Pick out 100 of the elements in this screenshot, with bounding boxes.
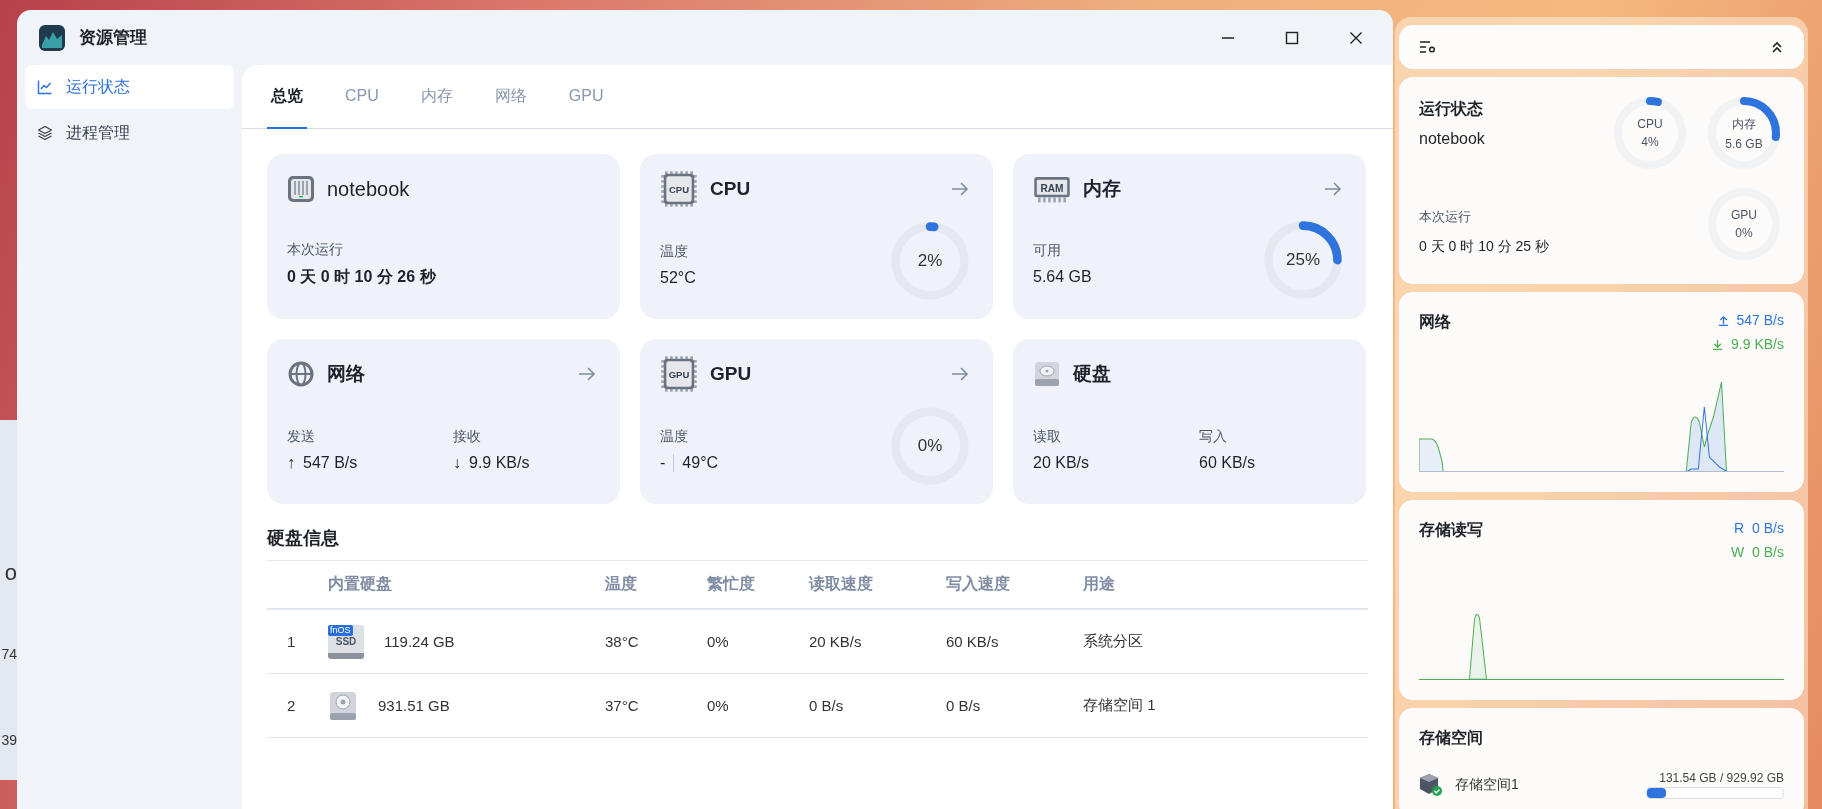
gauge-label: GPU — [1731, 207, 1757, 222]
arrow-glyph: ↑ — [287, 453, 295, 472]
tab[interactable]: CPU — [341, 65, 383, 129]
sidebar-item[interactable]: 进程管理 — [25, 111, 234, 155]
uptime-label: 本次运行 — [1419, 208, 1472, 226]
arrow-right-icon[interactable] — [578, 366, 596, 382]
stat-label: 接收 — [453, 427, 482, 446]
column-header: 读取速度 — [808, 561, 945, 609]
arrow-right-icon[interactable] — [1324, 180, 1342, 197]
ssd-icon: fnOS SSD — [328, 624, 364, 659]
storage-cube-icon — [1419, 773, 1443, 797]
arrow-glyph: ↓ — [453, 453, 461, 472]
list-settings-icon[interactable] — [1419, 40, 1437, 54]
table-cell: 0% — [707, 697, 729, 714]
tab[interactable]: 内存 — [416, 65, 457, 129]
widget-title: 存储空间 — [1419, 728, 1484, 748]
table-cell: 0 B/s — [809, 697, 844, 714]
stat-label: 温度 — [660, 243, 689, 261]
widget-title: 运行状态 — [1419, 99, 1484, 119]
download-rate: 9.9 KB/s — [1731, 336, 1784, 352]
gauge-reading: 5.6 GB — [1725, 136, 1763, 151]
gauge-reading: 4% — [1641, 135, 1659, 149]
table-cell: 119.24 GB — [384, 633, 455, 650]
upload-rate: 547 B/s — [1736, 312, 1784, 328]
volume-name: 存储空间1 — [1455, 776, 1519, 794]
total-space: / 929.92 GB — [1719, 771, 1784, 785]
close-icon[interactable] — [1349, 30, 1363, 45]
column-header: 繁忙度 — [706, 561, 808, 609]
chip-icon: GPU — [660, 355, 698, 393]
card-title: GPU — [710, 363, 752, 385]
card-title: notebook — [327, 177, 410, 201]
column-header: 内置硬盘 — [327, 561, 604, 609]
stat-label: 可用 — [1033, 242, 1062, 260]
layers-icon — [37, 125, 53, 141]
gauge-label: 内存 — [1732, 115, 1756, 133]
gauge-reading: 2% — [917, 251, 943, 271]
section-title: 硬盘信息 — [267, 526, 1368, 561]
table-cell: 38°C — [605, 633, 639, 650]
table-cell: 0% — [707, 633, 729, 650]
row-number: 2 — [287, 697, 296, 714]
hard-drive-icon — [1033, 360, 1061, 388]
maximize-icon[interactable] — [1285, 30, 1299, 45]
uptime-value: 0 天 0 时 10 分 25 秒 — [1419, 238, 1549, 256]
tab[interactable]: 总览 — [267, 65, 307, 129]
stat-label: 发送 — [287, 427, 316, 446]
table-cell: 37°C — [605, 697, 639, 714]
gauge-reading: 0% — [917, 436, 943, 456]
stat-label: 写入 — [1199, 427, 1228, 446]
stat-value: 0 天 0 时 10 分 26 秒 — [287, 267, 436, 287]
widget-title: 网络 — [1419, 312, 1451, 332]
stat-value: 5.64 GB — [1033, 268, 1092, 286]
table-cell: 系统分区 — [1083, 632, 1143, 649]
write-label: W — [1730, 544, 1745, 560]
stat-value: 9.9 KB/s — [469, 453, 530, 472]
arrow-right-icon[interactable] — [951, 366, 969, 382]
host-name: notebook — [1419, 130, 1486, 148]
upload-icon — [1717, 314, 1729, 326]
table-cell: 60 KB/s — [946, 633, 999, 650]
globe-icon — [287, 360, 315, 388]
write-rate: 0 B/s — [1752, 544, 1784, 560]
server-icon — [287, 175, 315, 203]
stat-value: 547 B/s — [303, 453, 358, 472]
tab[interactable]: GPU — [564, 65, 608, 129]
table-cell: 存储空间 1 — [1083, 696, 1156, 713]
table-cell: 20 KB/s — [809, 633, 862, 650]
stat-label: 本次运行 — [287, 241, 344, 259]
row-number: 1 — [287, 633, 296, 650]
background-text: o — [4, 560, 17, 586]
table-cell: 931.51 GB — [378, 697, 450, 714]
hard-drive-icon — [328, 690, 358, 721]
gauge-label: CPU — [1637, 117, 1663, 131]
card-title: 网络 — [327, 362, 365, 386]
arrow-right-icon[interactable] — [951, 181, 969, 197]
stat-value: 49°C — [682, 454, 719, 472]
column-header: 用途 — [1082, 561, 1368, 609]
read-rate: 0 B/s — [1752, 520, 1784, 536]
column-header: 温度 — [604, 561, 706, 609]
stat-value: - — [660, 454, 666, 472]
tab[interactable]: 网络 — [490, 65, 531, 129]
stat-value: 20 KB/s — [1033, 453, 1090, 472]
stat-label: 读取 — [1033, 427, 1062, 446]
table-cell: 0 B/s — [946, 697, 981, 714]
stat-label: 温度 — [660, 428, 689, 446]
window-title: 资源管理 — [79, 27, 147, 49]
sidebar-item[interactable]: 运行状态 — [25, 65, 234, 109]
widget-title: 存储读写 — [1419, 520, 1483, 540]
gauge-reading: 0% — [1735, 225, 1753, 240]
gauge-reading: 25% — [1286, 250, 1320, 270]
stat-value: 60 KB/s — [1199, 453, 1256, 472]
chip-icon: CPU — [660, 170, 698, 208]
column-header: 写入速度 — [945, 561, 1082, 609]
stat-value: 52°C — [660, 269, 696, 287]
app-icon — [39, 24, 65, 51]
chevrons-up-icon[interactable] — [1770, 40, 1784, 54]
background-text: 39 — [1, 732, 17, 748]
card-title: 硬盘 — [1073, 362, 1111, 386]
line-chart-icon — [37, 79, 53, 95]
download-icon — [1712, 338, 1724, 350]
read-label: R — [1733, 520, 1745, 536]
card-title: 内存 — [1083, 176, 1121, 201]
